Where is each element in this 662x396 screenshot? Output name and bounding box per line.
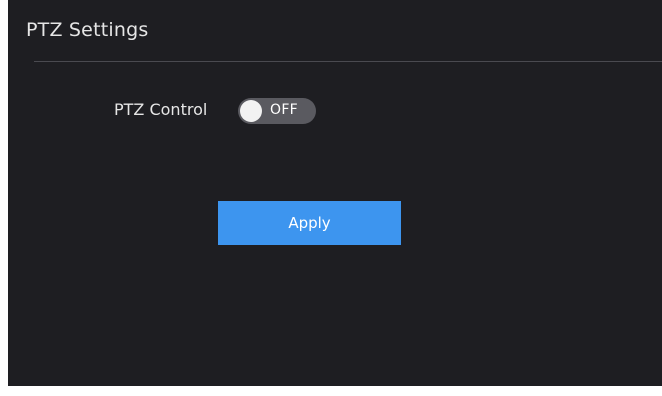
ptz-control-toggle[interactable]: OFF — [238, 98, 316, 124]
toggle-knob — [240, 100, 262, 122]
ptz-control-label: PTZ Control — [114, 100, 208, 119]
page-title: PTZ Settings — [26, 19, 149, 41]
window: PTZ Settings PTZ Control OFF Apply — [0, 0, 662, 396]
settings-panel — [8, 0, 662, 386]
title-divider — [34, 61, 662, 62]
toggle-state-text: OFF — [270, 102, 299, 118]
apply-button[interactable]: Apply — [218, 201, 401, 245]
